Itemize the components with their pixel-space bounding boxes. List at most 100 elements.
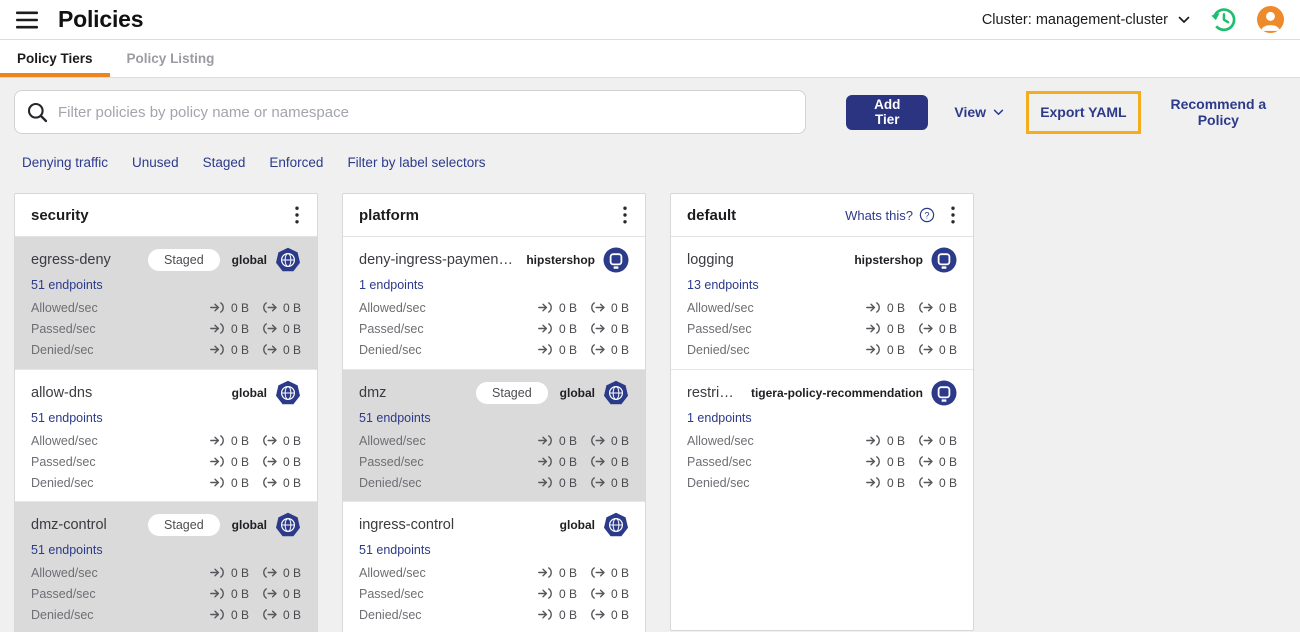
stat-out-value: 0 B bbox=[610, 566, 629, 580]
toolbar: Add Tier View Export YAML Recommend a Po… bbox=[14, 90, 1286, 134]
policy-stat-row: Allowed/sec 0 B 0 B bbox=[31, 301, 301, 315]
stat-out-value: 0 B bbox=[610, 608, 629, 622]
egress-arrow-icon bbox=[919, 456, 933, 467]
ingress-arrow-icon bbox=[210, 456, 224, 467]
tab-policy-listing[interactable]: Policy Listing bbox=[110, 40, 232, 77]
policy-scope-label: tigera-policy-recommendation bbox=[750, 386, 923, 400]
globe-icon bbox=[604, 512, 628, 537]
search-input[interactable] bbox=[58, 103, 794, 121]
egress-arrow-icon bbox=[591, 435, 605, 446]
stat-label: Allowed/sec bbox=[687, 301, 754, 315]
hamburger-menu-icon[interactable] bbox=[16, 11, 40, 29]
staged-badge: Staged bbox=[148, 514, 220, 536]
policy-name: deny-ingress-paymentservi... bbox=[359, 252, 514, 268]
policy-endpoints-link[interactable]: 51 endpoints bbox=[31, 543, 103, 557]
filter-unused[interactable]: Unused bbox=[132, 155, 179, 170]
policy-name: dmz bbox=[359, 385, 387, 401]
stat-in-value: 0 B bbox=[230, 587, 249, 601]
ingress-arrow-icon bbox=[210, 609, 224, 620]
tab-policy-tiers[interactable]: Policy Tiers bbox=[0, 40, 110, 77]
egress-arrow-icon bbox=[263, 567, 277, 578]
chevron-down-icon bbox=[1178, 16, 1190, 23]
policy-endpoints-link[interactable]: 51 endpoints bbox=[31, 411, 103, 425]
stat-label: Allowed/sec bbox=[359, 434, 426, 448]
policy-scope-label: global bbox=[231, 518, 267, 532]
tier-card: security egress-deny Staged global 51 en… bbox=[14, 193, 318, 632]
filter-denying-traffic[interactable]: Denying traffic bbox=[22, 155, 108, 170]
tier-body: deny-ingress-paymentservi... hipstershop… bbox=[343, 237, 645, 632]
policy-scope-icon-slot bbox=[275, 380, 301, 406]
namespace-icon bbox=[931, 380, 957, 406]
stat-label: Denied/sec bbox=[31, 608, 94, 622]
policy-stat-row: Allowed/sec 0 B 0 B bbox=[359, 434, 629, 448]
view-dropdown[interactable]: View bbox=[954, 104, 1004, 120]
policy-scope-label: hipstershop bbox=[526, 253, 595, 267]
policy-scope-label: global bbox=[231, 253, 267, 267]
policy-card[interactable]: deny-ingress-paymentservi... hipstershop… bbox=[343, 237, 645, 369]
policy-card[interactable]: allow-dns global 51 endpoints Allowed/se… bbox=[15, 369, 317, 501]
stat-in-value: 0 B bbox=[886, 455, 905, 469]
ingress-arrow-icon bbox=[866, 435, 880, 446]
namespace-icon bbox=[603, 247, 629, 273]
stat-label: Allowed/sec bbox=[359, 566, 426, 580]
user-avatar[interactable] bbox=[1257, 6, 1284, 33]
filter-by-label-selectors[interactable]: Filter by label selectors bbox=[347, 155, 485, 170]
globe-icon bbox=[276, 380, 300, 405]
policy-top-row: deny-ingress-paymentservi... hipstershop bbox=[359, 247, 629, 273]
recommend-policy-button[interactable]: Recommend a Policy bbox=[1151, 96, 1286, 128]
policy-stat-row: Denied/sec 0 B 0 B bbox=[31, 608, 301, 622]
policy-stat-row: Passed/sec 0 B 0 B bbox=[31, 455, 301, 469]
history-icon[interactable] bbox=[1210, 6, 1237, 33]
policy-card[interactable]: logging hipstershop 13 endpoints Allowed… bbox=[671, 237, 973, 369]
tier-header: security bbox=[15, 194, 317, 237]
stat-in-value: 0 B bbox=[886, 343, 905, 357]
ingress-arrow-icon bbox=[538, 344, 552, 355]
policy-endpoints-link[interactable]: 13 endpoints bbox=[687, 278, 759, 292]
policy-card[interactable]: egress-deny Staged global 51 endpoints A… bbox=[15, 237, 317, 369]
question-circle-icon: ? bbox=[919, 207, 935, 223]
policy-card[interactable]: ingress-control global 51 endpoints Allo… bbox=[343, 501, 645, 632]
policy-stat-row: Allowed/sec 0 B 0 B bbox=[687, 301, 957, 315]
egress-arrow-icon bbox=[591, 477, 605, 488]
policy-stat-row: Denied/sec 0 B 0 B bbox=[359, 608, 629, 622]
stat-label: Allowed/sec bbox=[31, 566, 98, 580]
policy-card[interactable]: dmz-control Staged global 51 endpoints A… bbox=[15, 501, 317, 632]
page-title: Policies bbox=[58, 6, 144, 32]
stat-out-value: 0 B bbox=[610, 343, 629, 357]
ingress-arrow-icon bbox=[538, 588, 552, 599]
policy-card[interactable]: restricted tigera-policy-recommendation … bbox=[671, 369, 973, 501]
policy-stats: Allowed/sec 0 B 0 B Passed/sec 0 B 0 B D… bbox=[359, 301, 629, 357]
tier-title: security bbox=[31, 206, 89, 224]
stat-in-value: 0 B bbox=[230, 455, 249, 469]
cluster-selector-label: Cluster: management-cluster bbox=[981, 11, 1168, 28]
policy-stat-row: Passed/sec 0 B 0 B bbox=[359, 322, 629, 336]
policy-endpoints-link[interactable]: 1 endpoints bbox=[687, 411, 752, 425]
policy-endpoints-link[interactable]: 51 endpoints bbox=[31, 278, 103, 292]
stat-in-value: 0 B bbox=[230, 566, 249, 580]
add-tier-button[interactable]: Add Tier bbox=[846, 94, 929, 130]
kebab-menu-icon[interactable] bbox=[949, 204, 957, 226]
stat-out-value: 0 B bbox=[282, 343, 301, 357]
egress-arrow-icon bbox=[263, 609, 277, 620]
cluster-selector[interactable]: Cluster: management-cluster bbox=[982, 12, 1190, 28]
stat-out-value: 0 B bbox=[610, 455, 629, 469]
policy-endpoints-link[interactable]: 51 endpoints bbox=[359, 411, 431, 425]
policy-stats: Allowed/sec 0 B 0 B Passed/sec 0 B 0 B D… bbox=[31, 434, 301, 490]
policy-scope-label: global bbox=[559, 518, 595, 532]
policy-top-row: egress-deny Staged global bbox=[31, 247, 301, 273]
filter-enforced[interactable]: Enforced bbox=[269, 155, 323, 170]
stat-out-value: 0 B bbox=[610, 476, 629, 490]
policy-card[interactable]: dmz Staged global 51 endpoints Allowed/s… bbox=[343, 369, 645, 501]
policy-endpoints-link[interactable]: 1 endpoints bbox=[359, 278, 424, 292]
policy-stat-row: Denied/sec 0 B 0 B bbox=[31, 343, 301, 357]
tier-body: egress-deny Staged global 51 endpoints A… bbox=[15, 237, 317, 632]
filter-staged[interactable]: Staged bbox=[203, 155, 246, 170]
stat-in-value: 0 B bbox=[558, 322, 577, 336]
kebab-menu-icon[interactable] bbox=[293, 204, 301, 226]
policy-endpoints-link[interactable]: 51 endpoints bbox=[359, 543, 431, 557]
kebab-menu-icon[interactable] bbox=[621, 204, 629, 226]
policy-stat-row: Passed/sec 0 B 0 B bbox=[31, 322, 301, 336]
whats-this-link[interactable]: Whats this? ? bbox=[845, 207, 935, 223]
view-dropdown-label: View bbox=[954, 104, 987, 120]
export-yaml-button[interactable]: Export YAML bbox=[1040, 104, 1126, 120]
